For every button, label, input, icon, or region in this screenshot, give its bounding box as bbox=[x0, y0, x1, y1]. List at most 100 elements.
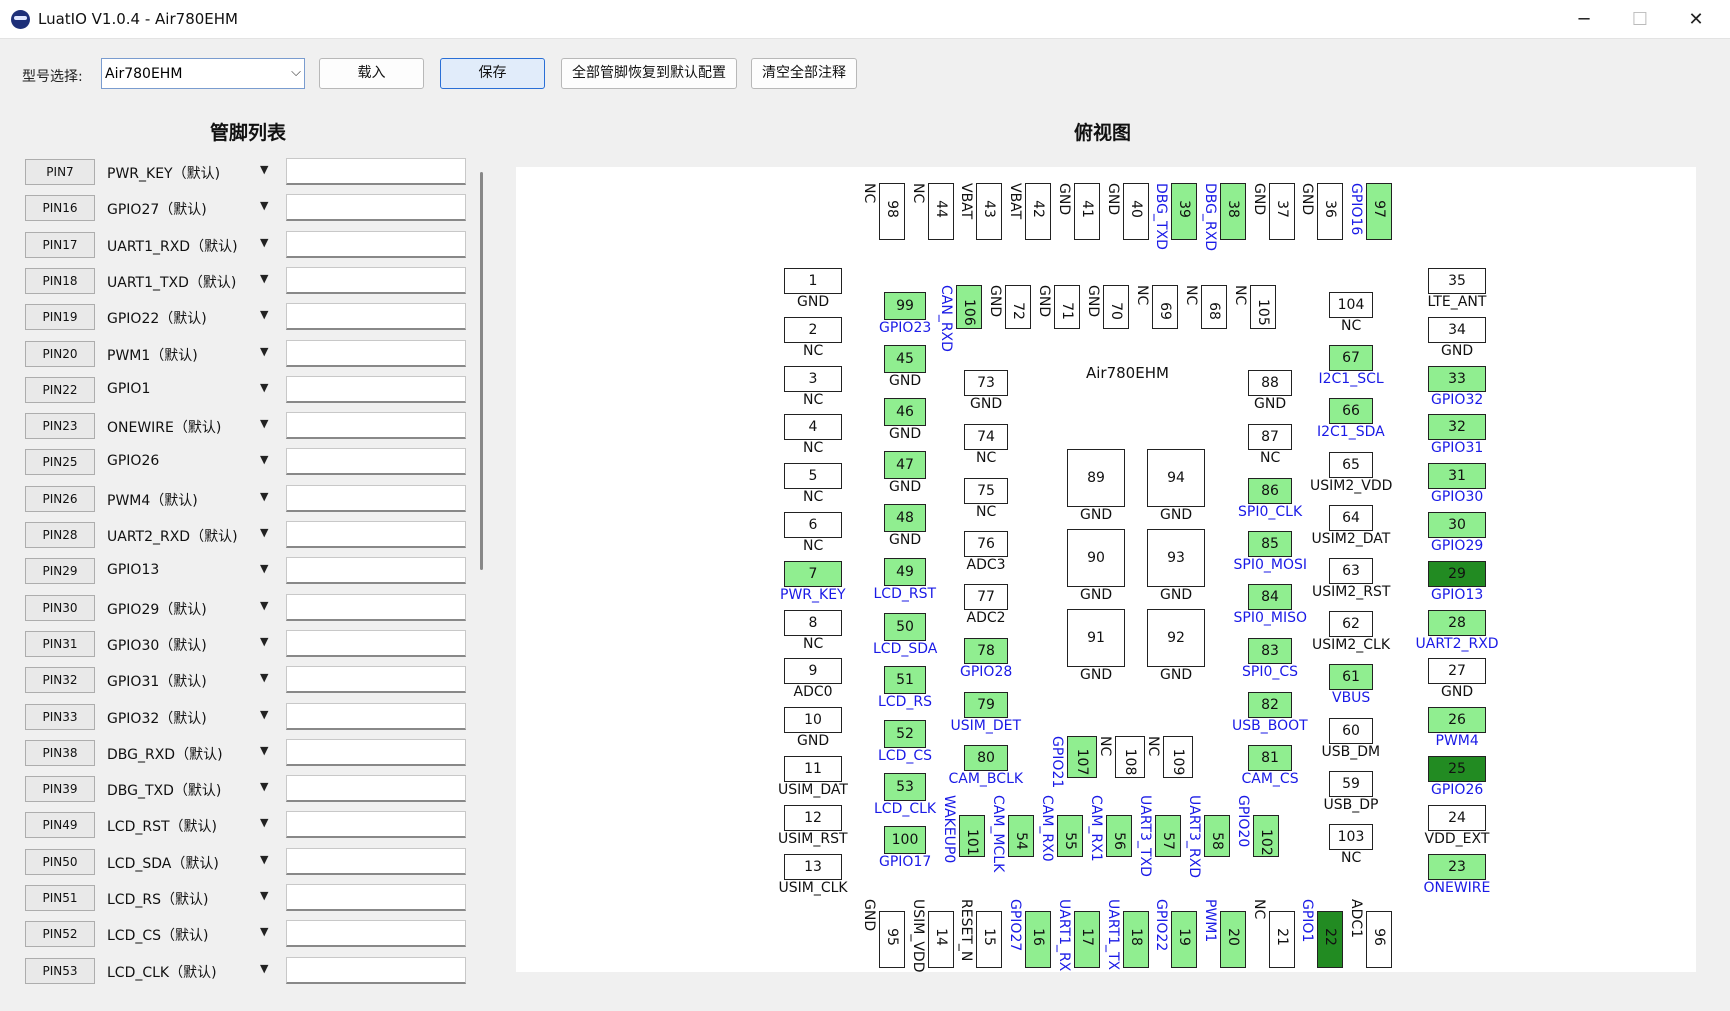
pin-53[interactable]: 53 bbox=[884, 773, 926, 801]
pin-81[interactable]: 81 bbox=[1248, 745, 1292, 771]
pin-note-input[interactable] bbox=[286, 158, 466, 185]
pin-74[interactable]: 74 bbox=[964, 424, 1008, 450]
pin-14[interactable]: 14 bbox=[927, 911, 954, 968]
pin-94[interactable]: 94 bbox=[1147, 449, 1205, 507]
pin-97[interactable]: 97 bbox=[1366, 183, 1392, 240]
chevron-down-icon[interactable]: ▼ bbox=[260, 236, 268, 249]
pin-15[interactable]: 15 bbox=[976, 911, 1003, 968]
chevron-down-icon[interactable]: ▼ bbox=[260, 708, 268, 721]
pin-61[interactable]: 61 bbox=[1329, 664, 1373, 691]
pin-button[interactable]: PIN49 bbox=[25, 812, 95, 839]
pin-89[interactable]: 89 bbox=[1067, 449, 1125, 507]
pin-button[interactable]: PIN19 bbox=[25, 304, 95, 331]
pin-95[interactable]: 95 bbox=[879, 911, 905, 968]
pin-59[interactable]: 59 bbox=[1329, 770, 1373, 797]
pin-button[interactable]: PIN16 bbox=[25, 195, 95, 222]
pin-85[interactable]: 85 bbox=[1248, 531, 1292, 557]
chevron-down-icon[interactable]: ▼ bbox=[260, 199, 268, 212]
pin-note-input[interactable] bbox=[286, 666, 466, 694]
pin-104[interactable]: 104 bbox=[1329, 292, 1373, 318]
pin-note-input[interactable] bbox=[286, 847, 466, 875]
chevron-down-icon[interactable]: ▼ bbox=[260, 163, 268, 176]
pin-button[interactable]: PIN30 bbox=[25, 594, 95, 621]
pin-75[interactable]: 75 bbox=[964, 478, 1008, 504]
pin-7[interactable]: 7 bbox=[784, 560, 842, 587]
chevron-down-icon[interactable]: ▼ bbox=[260, 308, 268, 321]
pin-34[interactable]: 34 bbox=[1428, 316, 1486, 343]
pin-44[interactable]: 44 bbox=[927, 183, 954, 240]
pin-70[interactable]: 70 bbox=[1103, 285, 1129, 329]
pin-76[interactable]: 76 bbox=[964, 531, 1008, 557]
pin-note-input[interactable] bbox=[286, 702, 466, 730]
pin-note-input[interactable] bbox=[286, 775, 466, 803]
pin-note-input[interactable] bbox=[286, 339, 466, 367]
pin-54[interactable]: 54 bbox=[1008, 815, 1034, 857]
pin-function-select[interactable]: UART1_RXD（默认) bbox=[107, 236, 238, 256]
pin-note-input[interactable] bbox=[286, 738, 466, 766]
pin-87[interactable]: 87 bbox=[1248, 424, 1292, 450]
pin-31[interactable]: 31 bbox=[1428, 463, 1486, 490]
chevron-down-icon[interactable]: ▼ bbox=[260, 381, 268, 394]
pin-21[interactable]: 21 bbox=[1268, 911, 1295, 968]
pin-note-input[interactable] bbox=[286, 884, 466, 911]
pin-101[interactable]: 101 bbox=[959, 815, 985, 857]
pin-79[interactable]: 79 bbox=[964, 692, 1008, 718]
pin-function-select[interactable]: GPIO30（默认) bbox=[107, 635, 207, 655]
pin-note-input[interactable] bbox=[286, 521, 466, 548]
pin-50[interactable]: 50 bbox=[884, 613, 926, 641]
pin-102[interactable]: 102 bbox=[1253, 815, 1279, 857]
chevron-down-icon[interactable]: ▼ bbox=[260, 635, 268, 648]
pin-function-select[interactable]: PWM1（默认) bbox=[107, 345, 198, 365]
pin-note-input[interactable] bbox=[286, 412, 466, 440]
pin-99[interactable]: 99 bbox=[884, 292, 926, 320]
pin-6[interactable]: 6 bbox=[784, 512, 842, 538]
pin-button[interactable]: PIN53 bbox=[25, 957, 95, 984]
pin-19[interactable]: 19 bbox=[1171, 911, 1198, 968]
pin-55[interactable]: 55 bbox=[1057, 815, 1083, 857]
clear-notes-button[interactable]: 清空全部注释 bbox=[751, 58, 857, 89]
pin-4[interactable]: 4 bbox=[784, 414, 842, 441]
pin-88[interactable]: 88 bbox=[1248, 370, 1292, 396]
pin-17[interactable]: 17 bbox=[1073, 911, 1100, 968]
pin-49[interactable]: 49 bbox=[884, 558, 926, 586]
pin-16[interactable]: 16 bbox=[1025, 911, 1052, 968]
chevron-down-icon[interactable]: ▼ bbox=[260, 962, 268, 975]
pin-button[interactable]: PIN7 bbox=[25, 159, 95, 185]
pin-41[interactable]: 41 bbox=[1073, 183, 1100, 240]
pin-10[interactable]: 10 bbox=[784, 707, 842, 734]
pin-function-select[interactable]: GPIO32（默认) bbox=[107, 708, 207, 728]
chevron-down-icon[interactable]: ▼ bbox=[260, 671, 268, 684]
pin-38[interactable]: 38 bbox=[1219, 183, 1246, 240]
pin-button[interactable]: PIN29 bbox=[25, 558, 95, 585]
pin-48[interactable]: 48 bbox=[884, 504, 926, 532]
pin-32[interactable]: 32 bbox=[1428, 414, 1486, 441]
pin-2[interactable]: 2 bbox=[784, 316, 842, 343]
chevron-down-icon[interactable]: ▼ bbox=[260, 925, 268, 938]
pin-69[interactable]: 69 bbox=[1152, 285, 1178, 329]
pin-9[interactable]: 9 bbox=[784, 658, 842, 685]
pin-108[interactable]: 108 bbox=[1115, 736, 1145, 778]
chevron-down-icon[interactable]: ▼ bbox=[260, 816, 268, 829]
pin-button[interactable]: PIN26 bbox=[25, 485, 95, 512]
pin-note-input[interactable] bbox=[286, 194, 466, 222]
pin-24[interactable]: 24 bbox=[1428, 804, 1486, 831]
pin-button[interactable]: PIN52 bbox=[25, 921, 95, 948]
pin-73[interactable]: 73 bbox=[964, 370, 1008, 396]
pin-62[interactable]: 62 bbox=[1329, 611, 1373, 638]
pin-28[interactable]: 28 bbox=[1428, 609, 1486, 636]
pin-note-input[interactable] bbox=[286, 448, 466, 476]
pin-100[interactable]: 100 bbox=[884, 826, 926, 854]
pin-33[interactable]: 33 bbox=[1428, 365, 1486, 392]
pin-82[interactable]: 82 bbox=[1248, 692, 1292, 718]
pin-note-input[interactable] bbox=[286, 230, 466, 258]
pin-91[interactable]: 91 bbox=[1067, 609, 1125, 667]
pin-button[interactable]: PIN50 bbox=[25, 848, 95, 875]
pin-107[interactable]: 107 bbox=[1067, 736, 1097, 778]
chevron-down-icon[interactable]: ▼ bbox=[260, 562, 268, 575]
pin-note-input[interactable] bbox=[286, 484, 466, 512]
pin-function-select[interactable]: PWR_KEY（默认) bbox=[107, 163, 220, 183]
pin-13[interactable]: 13 bbox=[784, 853, 842, 880]
pin-65[interactable]: 65 bbox=[1329, 451, 1373, 478]
pin-function-select[interactable]: GPIO27（默认) bbox=[107, 199, 207, 219]
pin-77[interactable]: 77 bbox=[964, 584, 1008, 610]
